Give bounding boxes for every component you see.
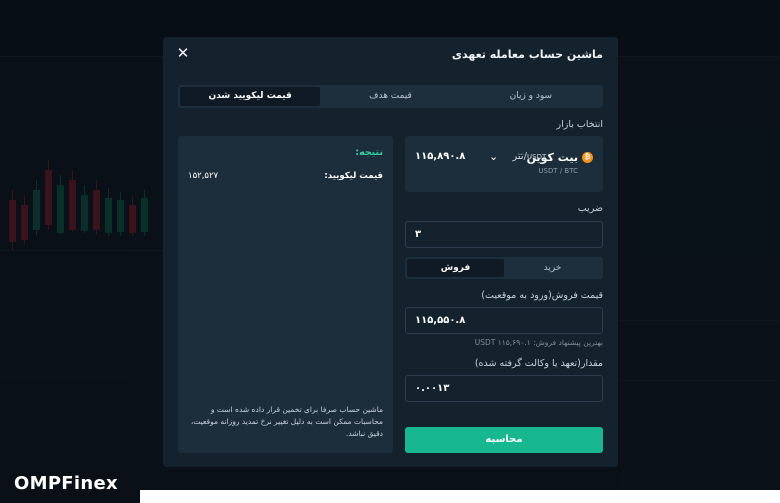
footer-strip xyxy=(140,490,780,503)
modal-title: ماشین حساب معامله تعهدی xyxy=(451,48,603,61)
entry-price-label: قیمت فروش(ورود به موقعیت) xyxy=(481,290,603,301)
result-title: نتیجه: xyxy=(355,147,383,158)
entry-price-input[interactable]: ۱۱۵,۵۵۰.۸ xyxy=(405,307,603,334)
market-price: ۱۱۵,۸۹۰.۸ xyxy=(415,151,466,162)
tab-target-price[interactable]: قیمت هدف xyxy=(320,87,460,106)
margin-calculator-modal: ماشین حساب معامله تعهدی ✕ سود و زیان قیم… xyxy=(163,37,618,467)
coin-pair-sub: USDT / BTC xyxy=(538,167,578,175)
liquidation-price-value: ۱۵۲,۵۲۷ xyxy=(188,171,219,181)
disclaimer-text: ماشین حساب صرفا برای تخمین قرار داده شده… xyxy=(190,405,383,438)
side-toggle: فروش خرید xyxy=(405,257,603,279)
price-unit: USDT xyxy=(527,153,547,161)
bitcoin-icon: ₿ xyxy=(582,152,593,163)
chevron-down-icon: ⌄ xyxy=(489,150,499,163)
calculator-tabs: سود و زیان قیمت هدف قیمت لیکویید شدن xyxy=(178,85,603,108)
result-panel: نتیجه: قیمت لیکویید: ۱۵۲,۵۲۷ ماشین حساب … xyxy=(178,136,393,453)
calculate-button[interactable]: محاسبه xyxy=(405,427,603,453)
buy-option[interactable]: خرید xyxy=(504,259,601,277)
market-label: انتخاب بازار xyxy=(556,119,604,130)
amount-input[interactable]: ۰.۰۰۱۳ xyxy=(405,375,603,402)
sell-option[interactable]: فروش xyxy=(407,259,504,277)
coin-pair: /تتر xyxy=(512,151,527,162)
tab-profit-loss[interactable]: سود و زیان xyxy=(461,87,601,106)
leverage-input[interactable]: ۳ xyxy=(405,221,603,248)
tab-liquidation-price[interactable]: قیمت لیکویید شدن xyxy=(180,87,321,106)
market-selector[interactable]: ₿ بیت کوین /تتر ⌄ USDT / BTC USDT ۱۱۵,۸۹… xyxy=(405,136,603,192)
best-offer-hint: بهترین پیشنهاد فروش: USDT ۱۱۵,۶۹۰.۱ xyxy=(474,338,603,347)
close-icon[interactable]: ✕ xyxy=(175,45,191,61)
ompfinex-logo: OMPFinex xyxy=(14,473,118,494)
amount-label: مقدار(تعهد یا وکالت گرفته شده) xyxy=(474,358,603,369)
leverage-label: ضریب xyxy=(577,203,603,214)
liquidation-price-label: قیمت لیکویید: xyxy=(324,171,383,181)
